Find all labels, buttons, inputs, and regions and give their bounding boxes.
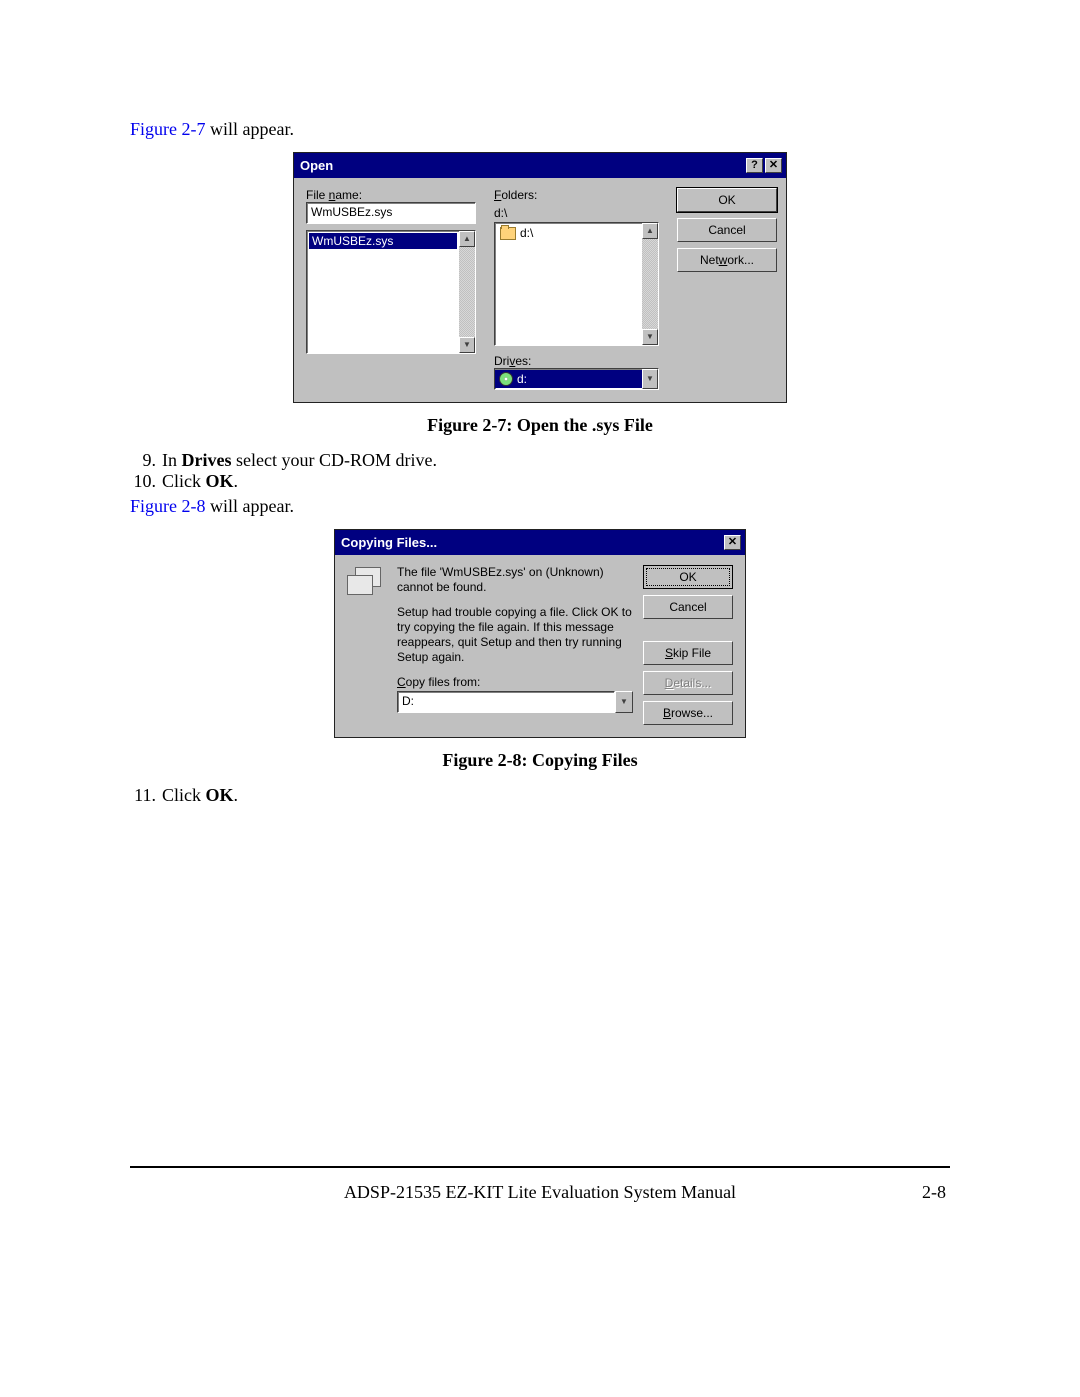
step-9: 9. In Drives select your CD-ROM drive. (130, 450, 950, 471)
details-button: Details... (643, 671, 733, 695)
ok-button[interactable]: OK (677, 188, 777, 212)
footer-title: ADSP-21535 EZ-KIT Lite Evaluation System… (337, 1182, 743, 1203)
folder-tree-item[interactable]: d:\ (497, 225, 640, 241)
intro-line: Figure 2-7 will appear. (130, 119, 950, 140)
open-dialog: Open ? ✕ File name: WmUSBEz.sys (293, 152, 787, 403)
figure-2-8-link[interactable]: Figure 2-8 (130, 496, 206, 516)
copy-msg-1: The file 'WmUSBEz.sys' on (Unknown) cann… (397, 565, 633, 595)
copy-from-input[interactable]: D: (397, 691, 615, 713)
open-dialog-titlebar: Open ? ✕ (294, 153, 786, 178)
scroll-up-icon[interactable]: ▲ (459, 231, 475, 247)
ok-button[interactable]: OK (643, 565, 733, 589)
figure-2-7-link[interactable]: Figure 2-7 (130, 119, 206, 139)
scroll-down-icon[interactable]: ▼ (459, 337, 475, 353)
step-10: 10. Click OK. (130, 471, 950, 492)
copy-from-label: Copy files from: (397, 675, 633, 689)
step-11: 11. Click OK. (130, 785, 950, 806)
drives-select[interactable]: d: ▼ (494, 368, 659, 390)
scroll-up-icon[interactable]: ▲ (642, 223, 658, 239)
copy-msg-2: Setup had trouble copying a file. Click … (397, 605, 633, 665)
file-name-input[interactable]: WmUSBEz.sys (306, 202, 476, 224)
folders-path: d:\ (494, 206, 659, 220)
cancel-button[interactable]: Cancel (677, 218, 777, 242)
figure-2-8-caption: Figure 2-8: Copying Files (130, 750, 950, 771)
close-icon[interactable]: ✕ (765, 158, 782, 173)
figure-2-7-caption: Figure 2-7: Open the .sys File (130, 415, 950, 436)
network-button[interactable]: Network... (677, 248, 777, 272)
scroll-down-icon[interactable]: ▼ (642, 329, 658, 345)
footer-page-number: 2-8 (743, 1182, 946, 1203)
open-dialog-title: Open (300, 158, 333, 173)
folder-tree[interactable]: d:\ (495, 223, 642, 345)
mid-line: Figure 2-8 will appear. (130, 496, 950, 517)
cancel-button[interactable]: Cancel (643, 595, 733, 619)
scrollbar-track[interactable] (459, 247, 475, 337)
copying-files-dialog: Copying Files... ✕ The file 'WmUSBEz.sys… (334, 529, 746, 738)
file-name-label: File name: (306, 188, 476, 202)
folders-label: Folders: (494, 188, 659, 202)
footer-rule (130, 1166, 950, 1168)
list-item[interactable]: WmUSBEz.sys (309, 233, 457, 249)
browse-button[interactable]: Browse... (643, 701, 733, 725)
help-icon[interactable]: ? (746, 158, 763, 173)
disk-copy-icon (347, 567, 381, 595)
chevron-down-icon[interactable]: ▼ (615, 691, 633, 713)
cd-drive-icon (499, 372, 513, 386)
drives-label: Drives: (494, 354, 659, 368)
scrollbar-track[interactable] (642, 239, 658, 329)
skip-file-button[interactable]: Skip File (643, 641, 733, 665)
copying-files-titlebar: Copying Files... ✕ (335, 530, 745, 555)
chevron-down-icon[interactable]: ▼ (642, 369, 658, 389)
copying-files-title: Copying Files... (341, 535, 437, 550)
close-icon[interactable]: ✕ (724, 535, 741, 550)
folder-icon (500, 227, 516, 240)
file-listbox[interactable]: WmUSBEz.sys (307, 231, 459, 353)
